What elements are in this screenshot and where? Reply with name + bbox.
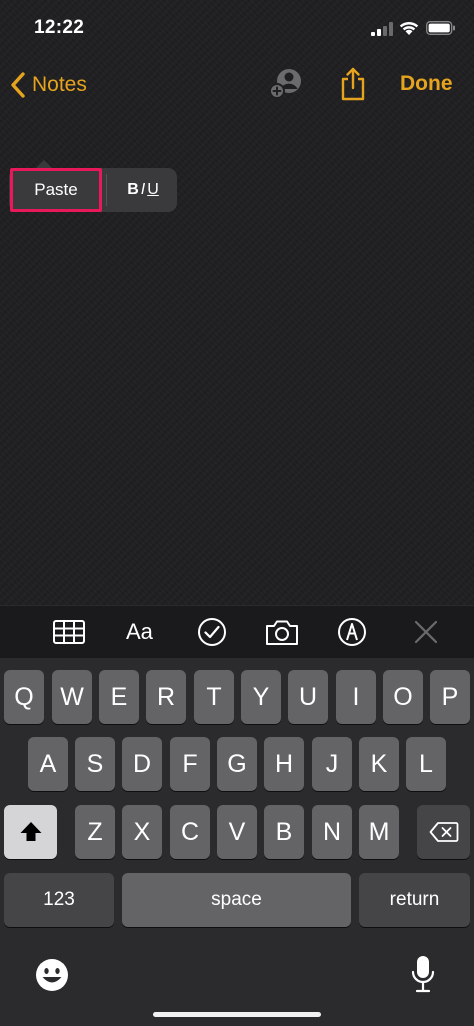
microphone-icon[interactable] bbox=[411, 954, 435, 994]
share-icon[interactable] bbox=[340, 66, 366, 102]
notes-screen: 12:22 Notes Done Paste B I U Aa Q W E R … bbox=[0, 0, 474, 1026]
key-q[interactable]: Q bbox=[4, 670, 44, 724]
back-button[interactable]: Notes bbox=[8, 68, 87, 102]
key-m[interactable]: M bbox=[359, 805, 399, 859]
key-o[interactable]: O bbox=[383, 670, 423, 724]
shift-icon bbox=[20, 822, 41, 841]
navigation-bar: Notes Done bbox=[0, 60, 474, 110]
key-c[interactable]: C bbox=[170, 805, 210, 859]
key-v[interactable]: V bbox=[217, 805, 257, 859]
key-n[interactable]: N bbox=[312, 805, 352, 859]
emoji-icon[interactable] bbox=[34, 957, 70, 993]
key-j[interactable]: J bbox=[312, 737, 352, 791]
table-icon[interactable] bbox=[52, 616, 86, 648]
key-z[interactable]: Z bbox=[75, 805, 115, 859]
italic-label: I bbox=[140, 181, 146, 198]
paste-highlight-box bbox=[10, 168, 102, 212]
key-y[interactable]: Y bbox=[241, 670, 281, 724]
delete-key[interactable] bbox=[417, 805, 470, 859]
text-style-button[interactable]: B I U bbox=[109, 168, 177, 212]
chevron-left-icon bbox=[11, 72, 25, 98]
space-key[interactable]: space bbox=[122, 873, 351, 927]
key-b[interactable]: B bbox=[264, 805, 304, 859]
checklist-icon[interactable] bbox=[196, 616, 228, 648]
cellular-signal-icon bbox=[371, 22, 393, 36]
shift-key[interactable] bbox=[4, 805, 57, 859]
key-a[interactable]: A bbox=[28, 737, 68, 791]
key-u[interactable]: U bbox=[288, 670, 328, 724]
key-r[interactable]: R bbox=[146, 670, 186, 724]
done-button[interactable]: Done bbox=[400, 72, 453, 96]
key-g[interactable]: G bbox=[217, 737, 257, 791]
markup-icon[interactable] bbox=[336, 616, 368, 648]
status-bar: 12:22 bbox=[0, 0, 474, 56]
key-t[interactable]: T bbox=[194, 670, 234, 724]
close-icon[interactable] bbox=[413, 616, 439, 648]
underline-label: U bbox=[147, 181, 159, 198]
format-toolbar: Aa bbox=[0, 605, 474, 659]
edit-menu-divider bbox=[106, 174, 107, 206]
bold-label: B bbox=[127, 181, 139, 198]
back-button-label: Notes bbox=[32, 73, 87, 96]
key-d[interactable]: D bbox=[122, 737, 162, 791]
key-h[interactable]: H bbox=[264, 737, 304, 791]
key-x[interactable]: X bbox=[122, 805, 162, 859]
key-s[interactable]: S bbox=[75, 737, 115, 791]
battery-icon bbox=[426, 21, 455, 35]
key-p[interactable]: P bbox=[430, 670, 470, 724]
key-k[interactable]: K bbox=[359, 737, 399, 791]
key-e[interactable]: E bbox=[99, 670, 139, 724]
numbers-key[interactable]: 123 bbox=[4, 873, 114, 927]
camera-icon[interactable] bbox=[264, 616, 300, 648]
key-l[interactable]: L bbox=[406, 737, 446, 791]
add-person-icon[interactable] bbox=[268, 67, 304, 101]
home-indicator[interactable] bbox=[153, 1012, 321, 1017]
text-format-icon[interactable]: Aa bbox=[126, 619, 153, 645]
status-time: 12:22 bbox=[34, 17, 85, 38]
delete-icon bbox=[429, 822, 458, 842]
key-w[interactable]: W bbox=[52, 670, 92, 724]
key-f[interactable]: F bbox=[170, 737, 210, 791]
return-key[interactable]: return bbox=[359, 873, 470, 927]
key-i[interactable]: I bbox=[336, 670, 376, 724]
wifi-icon bbox=[399, 21, 419, 35]
